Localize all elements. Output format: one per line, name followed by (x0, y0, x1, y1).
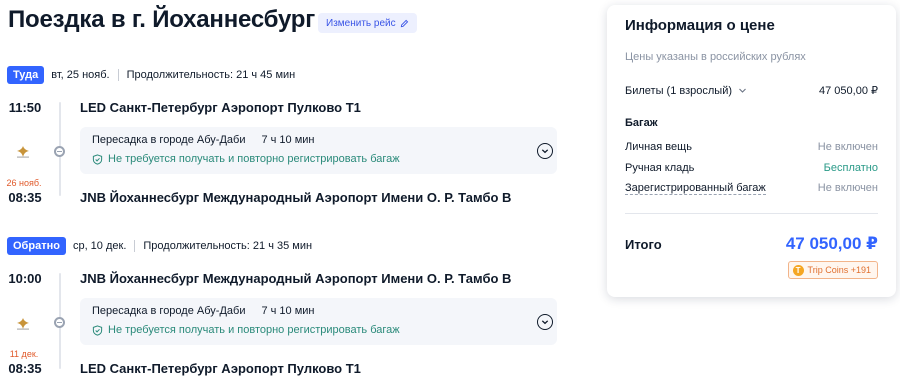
shield-check-icon (92, 153, 103, 165)
carry-on-label: Ручная кладь (625, 162, 695, 174)
return-transfer-card: Пересадка в городе Абу-Даби 7 ч 10 мин Н… (80, 298, 557, 345)
chevron-down-icon (541, 149, 549, 154)
carry-on-value: Бесплатно (823, 162, 878, 174)
return-depart-airport: JNB Йоханнесбург Международный Аэропорт … (80, 271, 512, 286)
divider (625, 213, 878, 214)
baggage-heading-row: Багаж (625, 117, 878, 129)
return-arrive-time: 08:35 (8, 361, 42, 376)
tickets-row[interactable]: Билеты (1 взрослый) 47 050,00 ₽ (625, 84, 878, 98)
transfer-duration: 7 ч 10 мин (261, 305, 315, 317)
baggage-heading: Багаж (625, 117, 658, 129)
outbound-depart-time: 11:50 (8, 100, 42, 115)
change-flight-label: Изменить рейс (326, 17, 396, 29)
transfer-city: Пересадка в городе Абу-Даби (92, 305, 246, 317)
divider (134, 240, 136, 252)
outbound-tag: Туда (7, 66, 45, 84)
trip-coins-badge[interactable]: T Trip Coins +191 (787, 261, 878, 279)
transfer-duration: 7 ч 10 мин (261, 134, 315, 146)
price-panel: Информация о цене Цены указаны в российс… (607, 5, 896, 297)
chevron-down-icon (739, 88, 746, 93)
return-tag: Обратно (7, 237, 66, 255)
transfer-city: Пересадка в городе Абу-Даби (92, 134, 246, 146)
return-depart-time: 10:00 (8, 271, 42, 286)
outbound-arrive-time: 08:35 (8, 190, 42, 205)
price-panel-title: Информация о цене (625, 17, 775, 34)
expand-outbound-button[interactable] (537, 143, 553, 159)
shield-check-icon (92, 324, 103, 336)
trip-coin-icon: T (792, 264, 804, 276)
transfer-dot-icon (54, 317, 65, 328)
outbound-arrive-airport: JNB Йоханнесбург Международный Аэропорт … (80, 190, 512, 205)
total-value: 47 050,00 ₽ (785, 234, 878, 253)
trip-coins-label: Trip Coins +191 (807, 265, 871, 275)
tickets-label: Билеты (1 взрослый) (625, 84, 733, 97)
return-arrive-date: 11 дек. (9, 349, 39, 359)
chevron-down-icon (541, 320, 549, 325)
outbound-arrive-date: 26 нояб. (6, 178, 42, 188)
personal-item-value: Не включен (817, 141, 878, 153)
airline-logo-icon (17, 318, 29, 330)
outbound-depart-airport: LED Санкт-Петербург Аэропорт Пулково T1 (80, 100, 361, 115)
return-duration: Продолжительность: 21 ч 35 мин (143, 240, 313, 252)
return-header: Обратно ср, 10 дек. Продолжительность: 2… (7, 237, 312, 255)
checked-baggage-value: Не включен (817, 182, 878, 194)
outbound-duration: Продолжительность: 21 ч 45 мин (126, 69, 296, 81)
personal-item-label: Личная вещь (625, 141, 692, 153)
carry-on-row: Ручная кладь Бесплатно (625, 162, 878, 174)
checked-baggage-row: Зарегистрированный багаж Не включен (625, 182, 878, 195)
edit-icon (400, 19, 408, 27)
total-label: Итого (625, 237, 662, 252)
personal-item-row: Личная вещь Не включен (625, 141, 878, 153)
outbound-header: Туда вт, 25 нояб. Продолжительность: 21 … (7, 66, 295, 84)
divider (117, 69, 119, 81)
return-date: ср, 10 дек. (72, 240, 127, 252)
change-flight-button[interactable]: Изменить рейс (318, 13, 417, 33)
return-arrive-airport: LED Санкт-Петербург Аэропорт Пулково T1 (80, 361, 361, 376)
page-title: Поездка в г. Йоханнесбург (8, 6, 316, 33)
transfer-dot-icon (54, 146, 65, 157)
outbound-transfer-card: Пересадка в городе Абу-Даби 7 ч 10 мин Н… (80, 127, 557, 174)
transfer-baggage-note: Не требуется получать и повторно регистр… (108, 324, 400, 336)
outbound-date: вт, 25 нояб. (51, 69, 110, 81)
tickets-value: 47 050,00 ₽ (819, 85, 878, 97)
transfer-baggage-note: Не требуется получать и повторно регистр… (108, 153, 400, 165)
price-currency-note: Цены указаны в российских рублях (625, 51, 806, 63)
checked-baggage-label[interactable]: Зарегистрированный багаж (625, 182, 766, 195)
airline-logo-icon (17, 146, 29, 158)
expand-return-button[interactable] (537, 314, 553, 330)
